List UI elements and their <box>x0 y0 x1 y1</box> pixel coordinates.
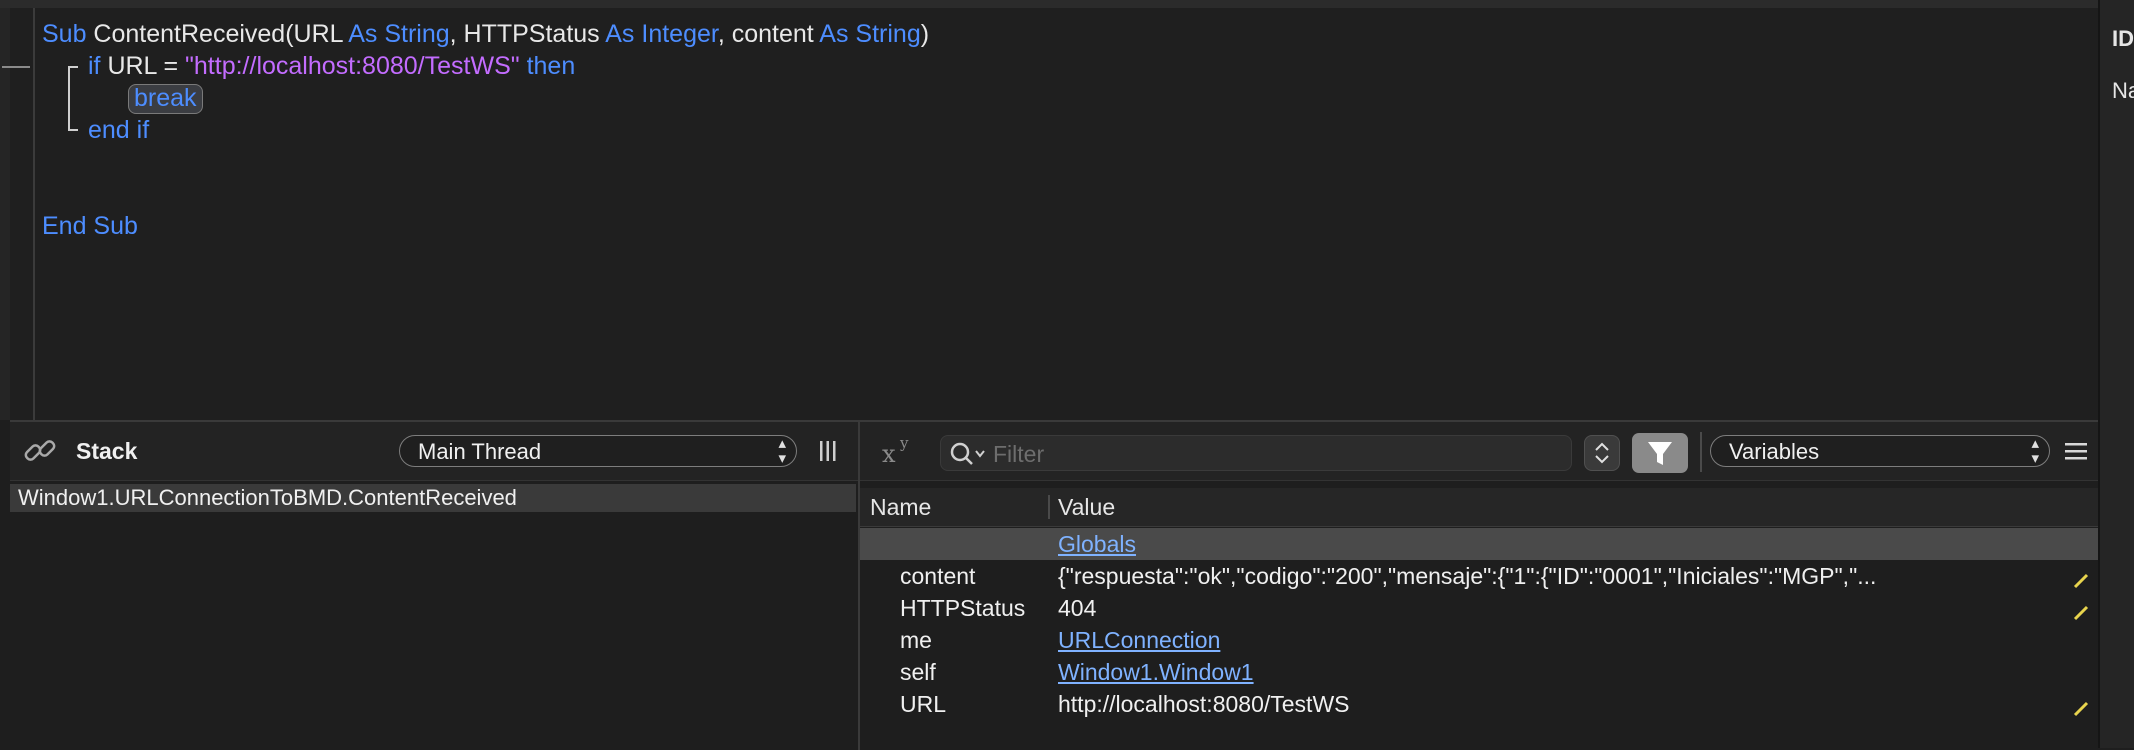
pencil-icon[interactable] <box>2072 694 2090 717</box>
keyword-if: if <box>88 52 101 80</box>
svg-text:y: y <box>899 434 909 452</box>
code-line-break[interactable]: break <box>128 82 203 114</box>
stack-title: Stack <box>76 438 138 464</box>
editor-top-border <box>0 0 2098 8</box>
variable-row-url[interactable]: URL http://localhost:8080/TestWS <box>860 688 2098 720</box>
filter-input[interactable] <box>991 438 1555 470</box>
method-signature-name: ContentReceived(URL <box>86 20 349 48</box>
variable-name: content <box>900 563 976 589</box>
type-integer: As Integer <box>605 20 718 48</box>
type-string-1: As String <box>348 20 450 48</box>
if-block-bracket <box>68 66 70 130</box>
menu-lines-icon[interactable] <box>2064 440 2088 462</box>
code-line-end-if[interactable]: end if <box>88 114 149 146</box>
param-httpstatus: , HTTPStatus <box>449 20 606 48</box>
columns-icon[interactable] <box>818 438 838 464</box>
search-icon[interactable] <box>949 441 989 467</box>
code-editor[interactable]: Sub ContentReceived(URL As String, HTTPS… <box>0 0 2098 420</box>
variable-value: {"respuesta":"ok","codigo":"200","mensaj… <box>1058 563 1877 589</box>
globals-link[interactable]: Globals <box>1058 528 1988 560</box>
thread-select[interactable]: Main Thread ▴ ▾ <box>399 435 797 467</box>
keyword-end-if: end if <box>88 116 150 144</box>
param-content: , content <box>717 20 820 48</box>
pencil-icon[interactable] <box>2072 566 2090 589</box>
globals-row[interactable]: Globals <box>860 528 2098 560</box>
column-header-name[interactable]: Name <box>870 488 931 526</box>
string-literal-url: "http://localhost:8080/TestWS" <box>185 52 520 80</box>
filter-funnel-icon[interactable] <box>1632 433 1688 473</box>
editor-gutter <box>0 8 10 420</box>
svg-text:x: x <box>882 440 896 468</box>
variables-toolbar: x y Filter Variables ▴ ▾ <box>860 422 2098 481</box>
inspector-name-label: Na <box>2112 78 2134 103</box>
filter-field[interactable] <box>940 435 1572 471</box>
code-line-sub-declaration[interactable]: Sub ContentReceived(URL As String, HTTPS… <box>42 18 929 50</box>
if-block-bracket-top <box>68 66 78 68</box>
stack-frame-label: Window1.URLConnectionToBMD.ContentReceiv… <box>18 485 517 510</box>
variable-row-me[interactable]: me URLConnection <box>860 624 2098 656</box>
stack-toolbar: Stack Main Thread ▴ ▾ <box>10 422 858 481</box>
if-condition: URL = <box>100 52 186 80</box>
variable-value-link[interactable]: URLConnection <box>1058 624 1988 656</box>
stack-frame-row[interactable]: Window1.URLConnectionToBMD.ContentReceiv… <box>10 484 856 512</box>
variable-name: me <box>900 627 932 653</box>
variable-name: self <box>900 659 936 685</box>
type-string-2: As String <box>819 20 921 48</box>
variable-name: HTTPStatus <box>900 595 1026 621</box>
column-divider <box>1048 495 1050 519</box>
variable-row-content[interactable]: content {"respuesta":"ok","codigo":"200"… <box>860 560 2098 592</box>
pencil-icon[interactable] <box>2072 598 2090 621</box>
editor-margin-line <box>33 8 35 420</box>
stack-pane: Stack Main Thread ▴ ▾ Window1.URLConnecti… <box>10 422 860 750</box>
debugger-panel: Stack Main Thread ▴ ▾ Window1.URLConnecti… <box>10 420 2098 750</box>
variables-select-value: Variables <box>1729 439 1820 464</box>
code-line-if[interactable]: if URL = "http://localhost:8080/TestWS" … <box>88 50 575 82</box>
thread-select-value: Main Thread <box>418 439 542 464</box>
keyword-sub: Sub <box>42 20 87 48</box>
variable-value: 404 <box>1058 595 1097 621</box>
variable-value: http://localhost:8080/TestWS <box>1058 691 1350 717</box>
keyword-then: then <box>519 52 576 80</box>
breakpoint-line-marker <box>2 66 30 68</box>
variables-select[interactable]: Variables ▴ ▾ <box>1710 435 2050 467</box>
column-header-value[interactable]: Value <box>1058 488 1115 526</box>
superscript-xy-icon[interactable]: x y <box>880 434 920 468</box>
if-block-bracket-bottom <box>68 129 78 131</box>
inspector-panel: ID Na <box>2098 0 2134 748</box>
stepper-up-down-icon[interactable] <box>1584 435 1620 471</box>
break-statement-highlighted[interactable]: break <box>128 84 203 114</box>
chevron-up-down-icon: ▴ ▾ <box>2031 435 2039 467</box>
variables-pane: x y Filter Variables ▴ ▾ Name Value Glob… <box>860 422 2098 750</box>
variable-row-self[interactable]: self Window1.Window1 <box>860 656 2098 688</box>
keyword-end-sub: End Sub <box>42 212 138 240</box>
signature-close-paren: ) <box>920 20 930 48</box>
code-line-end-sub[interactable]: End Sub <box>42 210 138 242</box>
inspector-id-label: ID <box>2112 26 2134 51</box>
variables-table-header: Name Value <box>860 488 2098 527</box>
toolbar-divider <box>1700 432 1702 472</box>
chevron-up-down-icon: ▴ ▾ <box>778 435 786 467</box>
variable-name: URL <box>900 691 947 717</box>
variable-row-httpstatus[interactable]: HTTPStatus 404 <box>860 592 2098 624</box>
link-chain-icon[interactable] <box>22 433 58 469</box>
variable-value-link[interactable]: Window1.Window1 <box>1058 656 1988 688</box>
